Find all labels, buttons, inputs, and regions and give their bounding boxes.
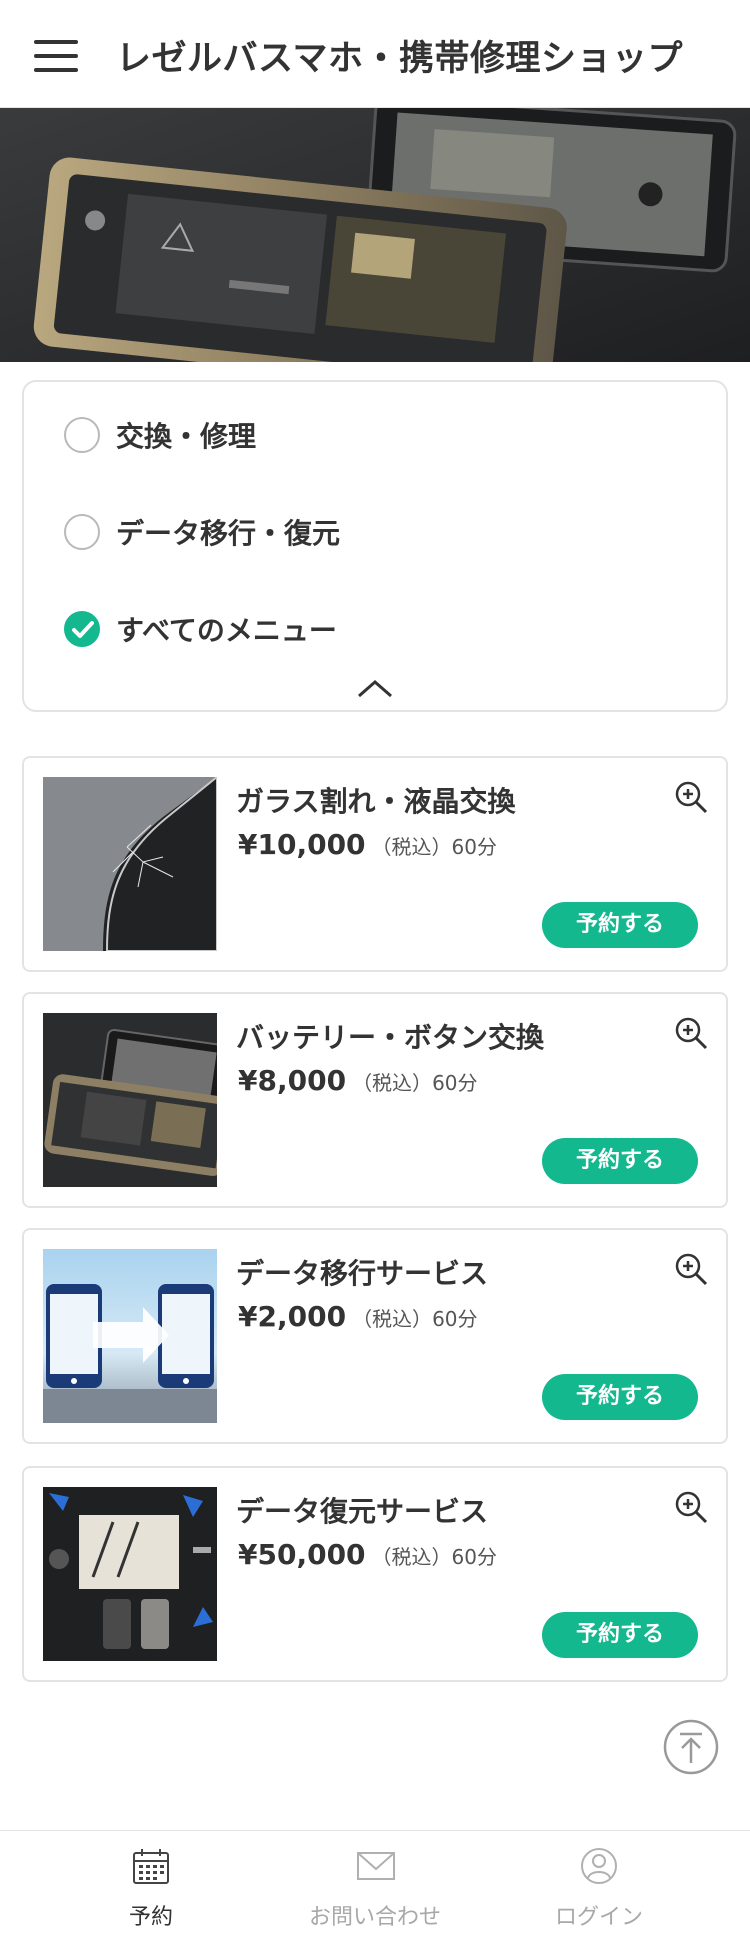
filter-option-data[interactable]: データ移行・復元 bbox=[64, 509, 340, 555]
scroll-to-top-icon[interactable] bbox=[663, 1719, 719, 1775]
nav-label: ログイン bbox=[554, 1905, 643, 1930]
menu-title: バッテリー・ボタン交換 bbox=[236, 1021, 545, 1054]
duration: 60分 bbox=[432, 1071, 478, 1095]
zoom-in-icon[interactable] bbox=[674, 1016, 708, 1050]
radio-button[interactable] bbox=[64, 417, 100, 453]
reserve-button[interactable]: 予約する bbox=[542, 902, 698, 948]
duration: 60分 bbox=[451, 1545, 497, 1569]
duration: 60分 bbox=[451, 835, 497, 859]
reserve-button[interactable]: 予約する bbox=[542, 1374, 698, 1420]
nav-label: 予約 bbox=[128, 1905, 173, 1930]
filter-option-repair[interactable]: 交換・修理 bbox=[64, 412, 256, 458]
phone-internals-photo bbox=[43, 1013, 217, 1187]
reserve-button[interactable]: 予約する bbox=[542, 1138, 698, 1184]
menu-card: バッテリー・ボタン交換 ¥8,000 （税込）60分 予約する bbox=[22, 992, 728, 1208]
checkmark-icon bbox=[72, 621, 94, 638]
nav-item-reservation[interactable]: 予約 bbox=[26, 1831, 276, 1941]
zoom-in-icon[interactable] bbox=[674, 1490, 708, 1524]
zoom-in-icon[interactable] bbox=[674, 780, 708, 814]
tax-note: （税込） bbox=[371, 1545, 452, 1569]
price-line: ¥10,000 （税込）60分 bbox=[238, 828, 497, 861]
nav-item-contact[interactable]: お問い合わせ bbox=[250, 1831, 500, 1941]
hamburger-menu-icon[interactable] bbox=[34, 40, 78, 72]
menu-title: データ復元サービス bbox=[236, 1495, 489, 1528]
nav-item-login[interactable]: ログイン bbox=[474, 1831, 724, 1941]
chevron-up-icon[interactable] bbox=[355, 678, 395, 700]
price: ¥10,000 bbox=[238, 828, 366, 861]
radio-button-checked[interactable] bbox=[64, 611, 100, 647]
tax-note: （税込） bbox=[352, 1307, 433, 1331]
price: ¥50,000 bbox=[238, 1538, 366, 1571]
filter-option-all[interactable]: すべてのメニュー bbox=[64, 606, 337, 652]
duration: 60分 bbox=[432, 1307, 478, 1331]
filter-option-label: データ移行・復元 bbox=[116, 517, 341, 550]
filter-option-label: 交換・修理 bbox=[116, 420, 257, 453]
tax-note: （税込） bbox=[352, 1071, 433, 1095]
menu-card: データ移行サービス ¥2,000 （税込）60分 予約する bbox=[22, 1228, 728, 1444]
zoom-in-icon[interactable] bbox=[674, 1252, 708, 1286]
nav-label: お問い合わせ bbox=[308, 1905, 441, 1930]
cracked-screen-photo bbox=[43, 777, 217, 951]
menu-title: ガラス割れ・液晶交換 bbox=[236, 785, 516, 818]
radio-button[interactable] bbox=[64, 514, 100, 550]
category-filter: 交換・修理 データ移行・復元 すべてのメニュー bbox=[22, 380, 728, 712]
price: ¥2,000 bbox=[238, 1300, 347, 1333]
app-header: レゼルバスマホ・携帯修理ショップ bbox=[0, 0, 750, 108]
menu-title: データ移行サービス bbox=[236, 1257, 489, 1290]
reserve-button[interactable]: 予約する bbox=[542, 1612, 698, 1658]
price-line: ¥50,000 （税込）60分 bbox=[238, 1538, 497, 1571]
page-title: レゼルバスマホ・携帯修理ショップ bbox=[116, 39, 683, 79]
user-icon bbox=[581, 1848, 617, 1884]
menu-card: ガラス割れ・液晶交換 ¥10,000 （税込）60分 予約する bbox=[22, 756, 728, 972]
price-line: ¥2,000 （税込）60分 bbox=[238, 1300, 478, 1333]
menu-card: データ復元サービス ¥50,000 （税込）60分 予約する bbox=[22, 1466, 728, 1682]
bottom-navigation: 予約 お問い合わせ ログイン bbox=[0, 1830, 750, 1941]
tax-note: （税込） bbox=[371, 835, 452, 859]
price: ¥8,000 bbox=[238, 1064, 347, 1097]
mail-icon bbox=[357, 1852, 395, 1880]
calendar-icon bbox=[133, 1849, 169, 1884]
price-line: ¥8,000 （税込）60分 bbox=[238, 1064, 478, 1097]
data-transfer-illustration bbox=[43, 1249, 217, 1423]
filter-option-label: すべてのメニュー bbox=[116, 614, 337, 647]
repair-tools-photo bbox=[43, 1487, 217, 1661]
hero-image bbox=[0, 108, 750, 362]
